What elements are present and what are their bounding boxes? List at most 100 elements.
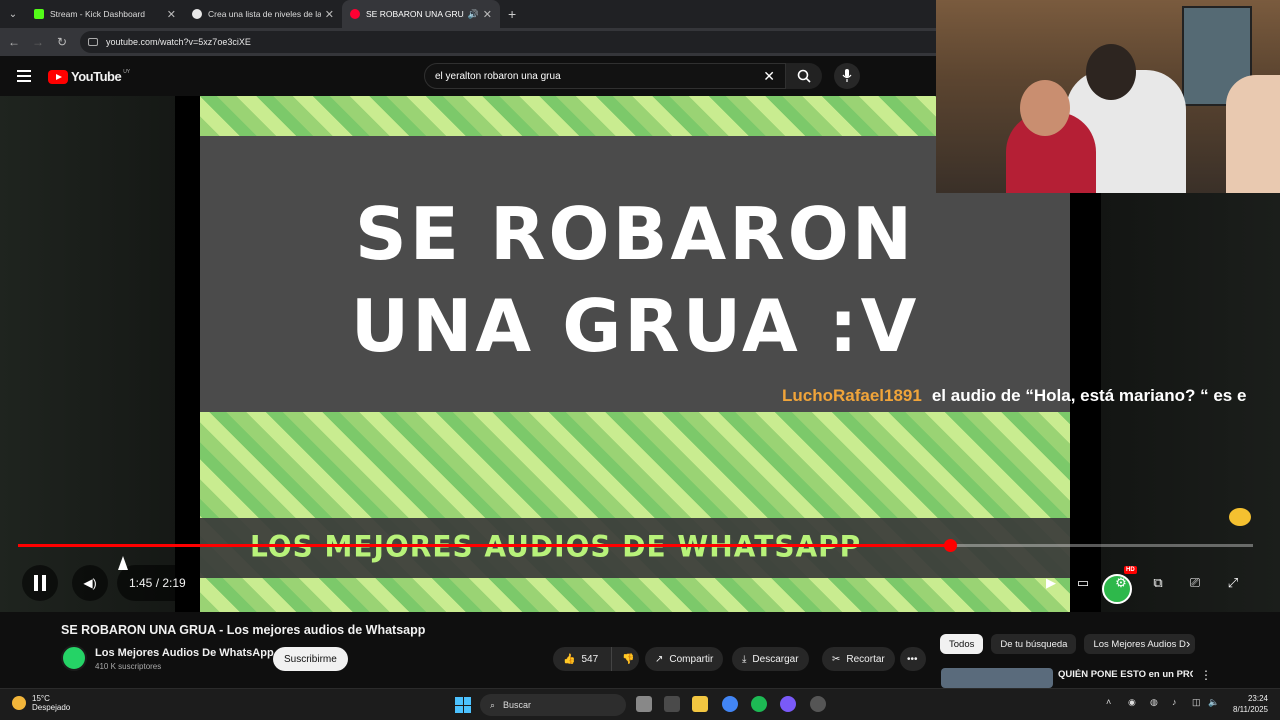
moon-icon	[12, 696, 26, 710]
taskbar-search[interactable]: ⌕ Buscar	[480, 694, 626, 716]
gear-icon: ⚙	[1115, 575, 1127, 590]
person-seated-head	[1020, 80, 1070, 136]
windows-start-icon[interactable]	[455, 697, 471, 713]
forward-icon[interactable]: →	[26, 35, 50, 49]
miniplayer-button[interactable]: ⧉	[1145, 570, 1171, 596]
cast-icon: ⎚	[1189, 575, 1201, 590]
recommended-title[interactable]: QUIÉN PONE ESTO en un PROMPT?	[1058, 669, 1193, 689]
clip-button[interactable]: ✂ Recortar	[822, 647, 895, 671]
mic-tray-icon[interactable]: ♪	[1172, 697, 1177, 707]
youtube-logo[interactable]: YouTube UY	[48, 69, 130, 84]
chat-icon	[192, 9, 202, 19]
search-icon: ⌕	[490, 699, 496, 710]
wifi-icon[interactable]: ◫	[1192, 697, 1201, 708]
speaker-icon[interactable]: 🔈	[1208, 697, 1219, 708]
clear-search-icon[interactable]: ✕	[763, 68, 775, 85]
reload-icon[interactable]: ↻	[50, 35, 74, 49]
store-icon[interactable]	[664, 696, 680, 712]
more-actions-button[interactable]: •••	[900, 647, 926, 671]
file-explorer-icon[interactable]	[692, 696, 708, 712]
close-tab-icon[interactable]: ✕	[483, 8, 492, 21]
autoplay-icon: ▶	[1046, 575, 1056, 590]
obs-icon[interactable]	[780, 696, 796, 712]
download-icon: ⤓	[742, 653, 747, 665]
chevron-up-icon[interactable]: ˄	[1106, 697, 1111, 707]
audio-icon[interactable]: 🔊	[468, 9, 479, 20]
webcam-overlay	[936, 0, 1280, 193]
pause-button[interactable]	[22, 565, 58, 601]
chrome-icon[interactable]	[722, 696, 738, 712]
person-right	[1226, 75, 1280, 193]
system-clock[interactable]: 23:24 8/11/2025	[1226, 693, 1268, 715]
tab-kick-dashboard[interactable]: Stream - Kick Dashboard ✕	[26, 0, 184, 28]
chip-channel[interactable]: Los Mejores Audios D	[1084, 634, 1195, 654]
tab-youtube-video[interactable]: SE ROBARON UNA GRUA - 🔊 ✕	[342, 0, 500, 28]
microphone-icon	[842, 69, 852, 82]
subtitles-button[interactable]: ▭	[1070, 570, 1096, 596]
back-icon[interactable]: ←	[2, 35, 26, 49]
close-tab-icon[interactable]: ✕	[325, 8, 334, 21]
fullscreen-icon: ⤢	[1227, 575, 1239, 590]
chip-from-search[interactable]: De tu búsqueda	[991, 634, 1077, 654]
hd-badge: HD	[1124, 566, 1137, 574]
video-info: SE ROBARON UNA GRUA - Los mejores audios…	[0, 612, 1280, 688]
channel-avatar[interactable]	[61, 645, 87, 671]
like-button[interactable]: 👍 547	[553, 647, 611, 671]
green-pattern-bottom	[200, 412, 1070, 612]
discord-icon[interactable]	[810, 696, 826, 712]
like-count: 547	[581, 653, 599, 665]
video-title: SE ROBARON UNA GRUA - Los mejores audios…	[61, 623, 426, 637]
subtitles-icon: ▭	[1076, 575, 1090, 590]
share-button[interactable]: ↗ Compartir	[645, 647, 724, 671]
mouse-cursor	[118, 556, 128, 570]
chip-all[interactable]: Todos	[940, 634, 984, 654]
app-tray-icon[interactable]: ◍	[1150, 697, 1158, 708]
network-tray-icon[interactable]: ◉	[1128, 697, 1136, 708]
chevron-right-icon[interactable]: ›	[1186, 636, 1190, 651]
dislike-button[interactable]: 👎	[611, 647, 639, 671]
progress-bar[interactable]	[18, 539, 1253, 552]
menu-icon[interactable]	[17, 70, 31, 85]
kick-icon	[34, 9, 44, 19]
search-input[interactable]: el yeralton robaron una grua ✕	[424, 63, 786, 89]
autoplay-toggle[interactable]: ▶	[1038, 570, 1064, 596]
cast-button[interactable]: ⎚	[1182, 570, 1208, 596]
scissors-icon: ✂	[832, 653, 841, 665]
weather-temp: 15°C	[32, 694, 50, 703]
volume-button[interactable]: ◀)	[72, 565, 108, 601]
chat-overlay: LuchoRafael1891 el audio de “Hola, está m…	[782, 386, 1246, 406]
site-info-icon[interactable]	[88, 38, 98, 46]
channel-name[interactable]: Los Mejores Audios De WhatsApp	[95, 647, 274, 659]
weather-widget[interactable]: 15°C Despejado	[12, 694, 70, 712]
voice-search-button[interactable]	[834, 63, 860, 89]
emoji-icon	[1229, 508, 1251, 526]
url-field[interactable]: youtube.com/watch?v=5xz7oe3ciXE	[80, 31, 950, 53]
clip-label: Recortar	[846, 653, 885, 665]
chat-username: LuchoRafael1891	[782, 386, 922, 405]
chat-message: el audio de “Hola, está mariano? “ es e	[931, 386, 1247, 405]
person-standing-head	[1086, 44, 1136, 100]
tab-search-button[interactable]: ⌄	[0, 0, 26, 28]
progress-fill	[18, 544, 951, 547]
taskbar-search-label: Buscar	[503, 700, 532, 710]
download-button[interactable]: ⤓ Descargar	[732, 647, 809, 671]
subscriber-count: 410 K suscriptores	[95, 662, 162, 671]
more-icon: •••	[907, 653, 918, 665]
new-tab-button[interactable]: +	[508, 6, 516, 22]
tab-level-list[interactable]: Crea una lista de niveles de las ✕	[184, 0, 342, 28]
task-view-icon[interactable]	[636, 696, 652, 712]
subscribe-button[interactable]: Suscribirme	[273, 647, 348, 671]
time-display: 1:45 / 2:19	[117, 565, 198, 601]
fullscreen-button[interactable]: ⤢	[1220, 570, 1246, 596]
overlay-title-line1: SE ROBARON	[354, 192, 916, 276]
download-label: Descargar	[752, 653, 799, 665]
spotify-icon[interactable]	[751, 696, 767, 712]
search-button[interactable]	[786, 63, 822, 89]
video-overlay-title: SE ROBARON UNA GRUA :V	[200, 188, 1070, 372]
thumbs-down-icon: 👎	[622, 653, 635, 665]
recommended-thumbnail[interactable]	[941, 668, 1053, 688]
close-tab-icon[interactable]: ✕	[167, 8, 176, 21]
share-label: Compartir	[669, 653, 714, 665]
search-icon	[797, 69, 811, 83]
more-vert-icon[interactable]: ⋮	[1200, 668, 1212, 682]
